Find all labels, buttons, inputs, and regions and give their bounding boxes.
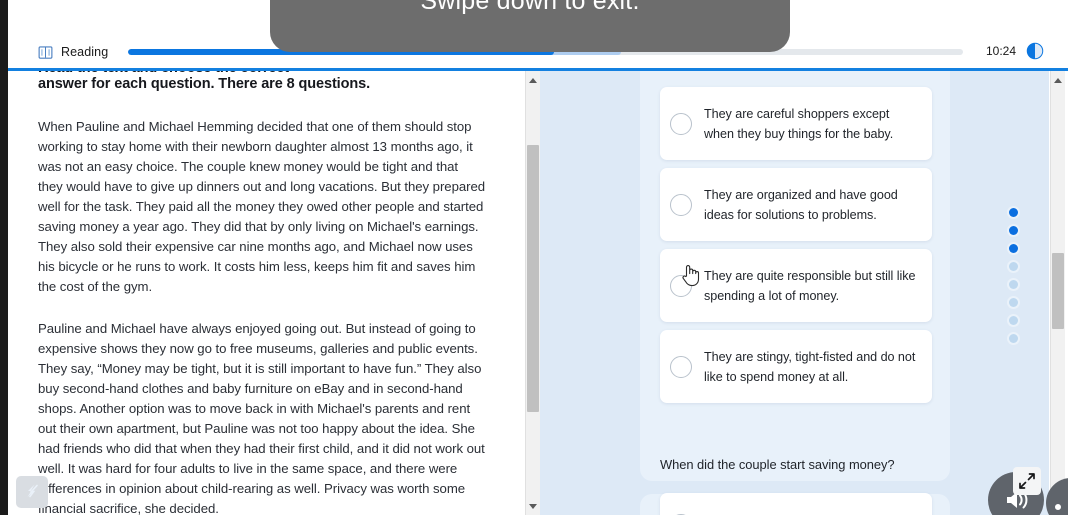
radio-button-2[interactable] [670,193,692,216]
answer-option-3-label: They are quite responsible but still lik… [704,268,916,303]
scrollbar-thumb[interactable] [527,145,539,412]
questions-pane-scrollbar[interactable] [1050,71,1065,515]
dot-marker-icon [1055,504,1061,510]
half-pie-icon [1026,42,1044,60]
scroll-up-arrow-icon-right[interactable] [1051,73,1065,87]
answer-option-4[interactable]: They are stingy, tight-fisted and do not… [660,330,932,403]
radio-button-3[interactable] [670,274,692,297]
question-dot-8[interactable] [1008,334,1018,343]
answer-option-2[interactable]: They are organized and have good ideas f… [660,168,932,241]
radio-button-4[interactable] [670,355,692,378]
passage-paragraph-2: Pauline and Michael have always enjoyed … [38,321,485,515]
question-dot-2[interactable] [1008,226,1018,235]
radio-button-1[interactable] [670,112,692,135]
activity-label: Reading [61,45,109,59]
book-icon [38,45,53,59]
answer-option-1[interactable]: They are careful shoppers except when th… [660,87,932,160]
reading-pane-scrollbar[interactable] [525,71,540,515]
next-answer-option-1[interactable] [660,493,932,515]
question-dot-6[interactable] [1008,298,1018,307]
questions-pane: They are careful shoppers except when th… [539,71,1049,515]
answer-option-3[interactable]: They are quite responsible but still lik… [660,249,932,322]
swipe-to-exit-toast: Swipe down to exit. [270,0,790,52]
expand-button[interactable] [1013,467,1041,495]
answer-option-1-label: They are careful shoppers except when th… [704,106,894,141]
screen-root: Reading 10:24 Swipe down to exit. Read t… [0,0,1068,515]
device-left-edge [0,0,8,515]
question-dot-1[interactable] [1008,208,1018,217]
toast-message: Swipe down to exit. [420,0,640,15]
question-dot-3[interactable] [1008,244,1018,253]
reading-text-pane: Read the text and choose the correct ans… [8,71,525,515]
answer-option-4-label: They are stingy, tight-fisted and do not… [704,349,916,384]
reading-content: Read the text and choose the correct ans… [38,71,486,515]
extension-badge[interactable] [16,476,48,508]
elapsed-time: 10:24 [985,44,1016,58]
question-dot-4[interactable] [1008,262,1018,271]
expand-arrows-icon [1019,473,1035,489]
question-dot-5[interactable] [1008,280,1018,289]
next-question-prompt: When did the couple start saving money? [660,457,895,472]
scroll-up-arrow-icon[interactable] [526,73,540,87]
extension-logo-icon [27,484,38,498]
scroll-down-arrow-icon[interactable] [526,499,540,513]
passage-paragraph-1: When Pauline and Michael Hemming decided… [38,119,486,294]
activity-label-group: Reading [38,41,108,63]
answer-option-2-label: They are organized and have good ideas f… [704,187,898,222]
scrollbar-thumb-right[interactable] [1052,253,1064,329]
question-progress-dots[interactable] [1005,208,1021,343]
question-dot-7[interactable] [1008,316,1018,325]
instruction-line: answer for each question. There are 8 qu… [38,76,371,92]
